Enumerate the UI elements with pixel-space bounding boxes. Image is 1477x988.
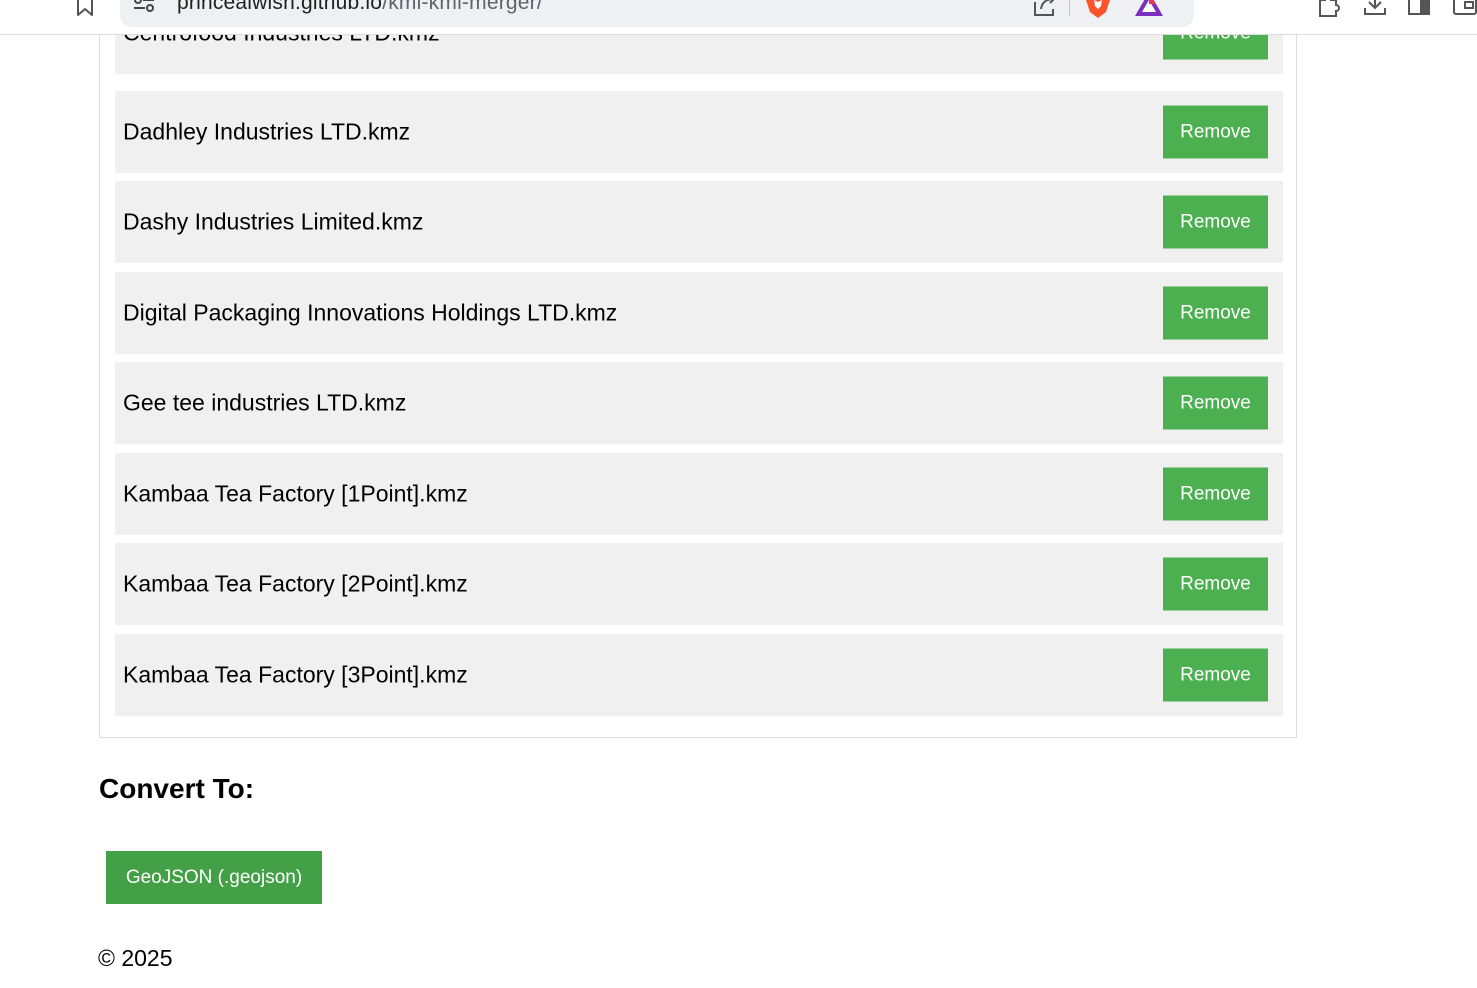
remove-button[interactable]: Remove <box>1163 648 1268 702</box>
file-item: Dashy Industries Limited.kmz Remove <box>115 181 1283 263</box>
file-list: Centrofood Industries LTD.kmz Remove Dad… <box>99 0 1297 738</box>
file-item: Gee tee industries LTD.kmz Remove <box>115 362 1283 444</box>
file-item: Kambaa Tea Factory [3Point].kmz Remove <box>115 634 1283 716</box>
footer-copyright: © 2025 <box>98 945 173 971</box>
extensions-icon[interactable] <box>1315 0 1343 18</box>
file-item: Kambaa Tea Factory [2Point].kmz Remove <box>115 543 1283 625</box>
file-item: Digital Packaging Innovations Holdings L… <box>115 272 1283 354</box>
browser-toolbar: princealwish.github.io/kml-kml-merger/ <box>0 0 1477 35</box>
sidebar-icon[interactable] <box>1406 0 1432 18</box>
toolbar-divider <box>1069 0 1070 16</box>
file-item: Dadhley Industries LTD.kmz Remove <box>115 91 1283 173</box>
remove-button[interactable]: Remove <box>1163 286 1268 340</box>
download-icon[interactable] <box>1362 0 1388 18</box>
share-icon[interactable] <box>1032 0 1058 18</box>
url-text[interactable]: princealwish.github.io/kml-kml-merger/ <box>177 0 543 15</box>
file-name: Dashy Industries Limited.kmz <box>123 208 424 235</box>
file-name: Kambaa Tea Factory [1Point].kmz <box>123 480 468 507</box>
brave-shields-icon[interactable] <box>1084 0 1112 18</box>
remove-button[interactable]: Remove <box>1163 557 1268 611</box>
file-name: Kambaa Tea Factory [2Point].kmz <box>123 570 468 597</box>
file-name: Kambaa Tea Factory [3Point].kmz <box>123 661 468 688</box>
convert-heading: Convert To: <box>99 773 255 804</box>
file-name: Gee tee industries LTD.kmz <box>123 389 407 416</box>
wallet-icon[interactable] <box>1451 0 1477 18</box>
remove-button[interactable]: Remove <box>1163 467 1268 521</box>
file-name: Digital Packaging Innovations Holdings L… <box>123 299 618 326</box>
bookmark-icon[interactable] <box>74 0 96 18</box>
geojson-convert-button[interactable]: GeoJSON (.geojson) <box>106 851 322 904</box>
brave-rewards-icon[interactable] <box>1134 0 1164 18</box>
remove-button[interactable]: Remove <box>1163 195 1268 249</box>
url-path: /kml-kml-merger/ <box>382 0 543 14</box>
remove-button[interactable]: Remove <box>1163 105 1268 159</box>
site-info-icon[interactable] <box>132 0 156 14</box>
url-host: princealwish.github.io <box>177 0 383 14</box>
file-item: Kambaa Tea Factory [1Point].kmz Remove <box>115 453 1283 535</box>
remove-button[interactable]: Remove <box>1163 376 1268 430</box>
file-name: Dadhley Industries LTD.kmz <box>123 118 411 145</box>
